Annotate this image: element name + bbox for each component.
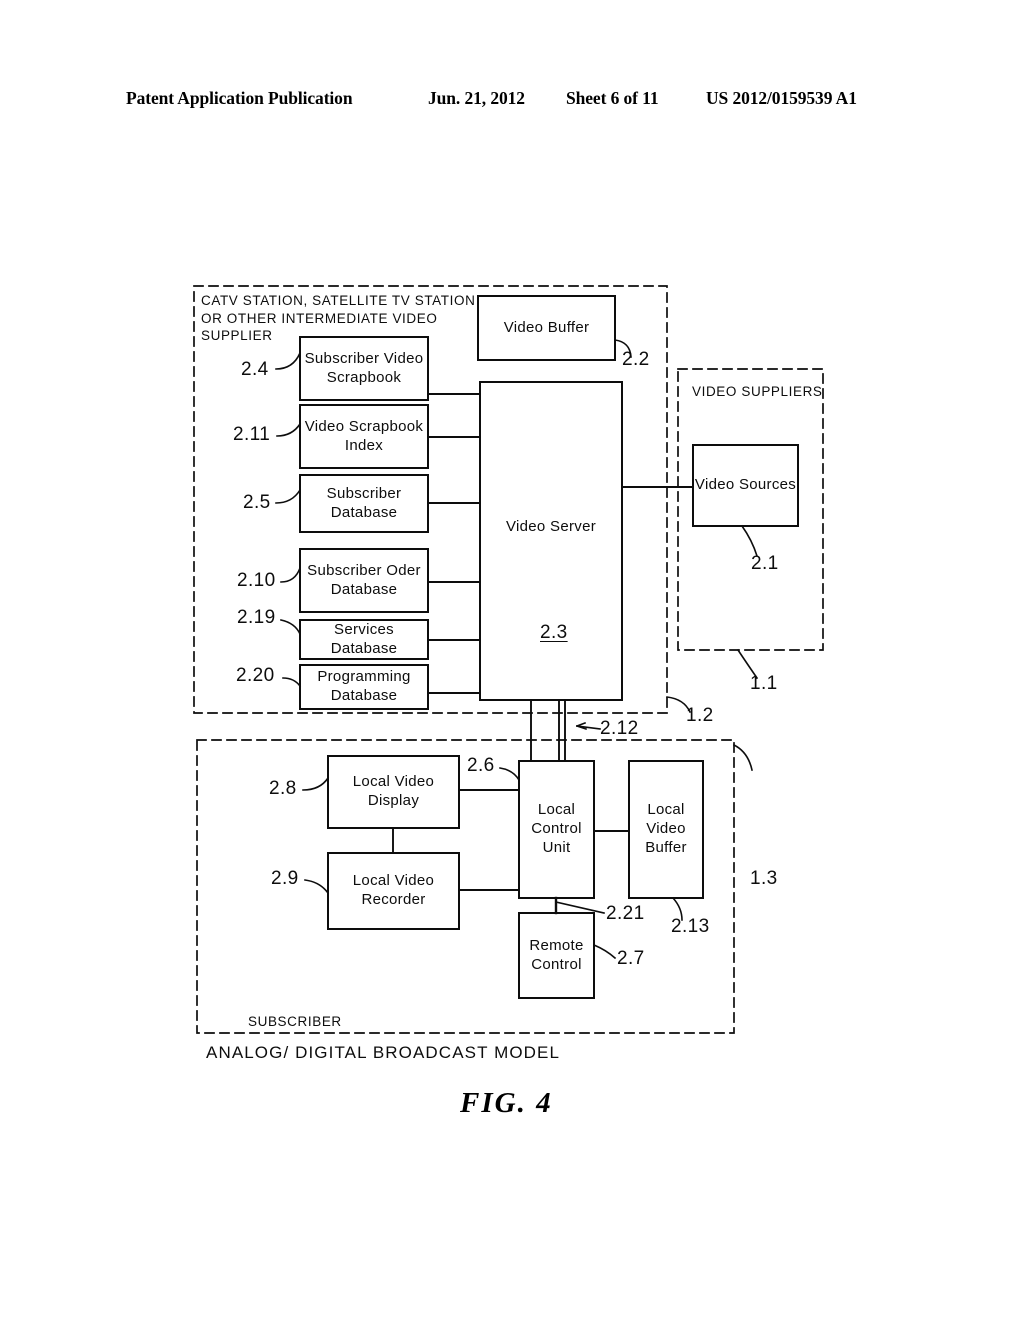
leader-2-19 [280, 619, 302, 636]
ref-2-20: 2.20 [236, 665, 275, 686]
ref-1-1: 1.1 [750, 673, 778, 694]
leader-2-5 [275, 488, 302, 504]
block-local-control-unit[interactable] [518, 760, 595, 899]
block-local-video-buffer[interactable] [628, 760, 704, 899]
ref-2-5: 2.5 [243, 492, 271, 513]
leader-2-4 [275, 351, 302, 370]
figure-label: FIG. 4 [460, 1087, 553, 1119]
ref-2-7: 2.7 [617, 948, 645, 969]
leader-2-11 [276, 422, 302, 437]
ref-2-3: 2.3 [540, 622, 568, 643]
block-local-video-display[interactable] [327, 755, 460, 829]
zone-suppliers-boundary [677, 368, 824, 651]
leader-2-8 [302, 776, 330, 791]
figure-caption: ANALOG/ DIGITAL BROADCAST MODEL [206, 1043, 561, 1062]
block-video-server[interactable] [479, 381, 623, 701]
ref-2-11: 2.11 [233, 424, 271, 445]
block-subscriber-video-scrapbook[interactable] [299, 336, 429, 401]
ref-2-12: 2.12 [600, 718, 639, 739]
ref-2-10: 2.10 [237, 570, 276, 591]
leader-2-10 [280, 566, 302, 583]
block-programming-database[interactable] [299, 664, 429, 710]
ref-1-3: 1.3 [750, 868, 778, 889]
block-local-video-recorder[interactable] [327, 852, 460, 930]
block-remote-control[interactable] [518, 912, 595, 999]
ref-2-8: 2.8 [269, 778, 297, 799]
leader-2-1 [740, 524, 759, 558]
ref-2-9: 2.9 [271, 868, 299, 889]
leader-2-20 [282, 677, 302, 688]
block-video-sources[interactable] [692, 444, 799, 527]
block-subscriber-database[interactable] [299, 474, 429, 533]
zone-suppliers-title: VIDEO SUPPLIERS [692, 384, 823, 399]
diagram-canvas [193, 285, 824, 1034]
zone-station-title: CATV STATION, SATELLITE TV STATION OR OT… [201, 293, 476, 344]
block-subscriber-oder-database[interactable] [299, 548, 429, 613]
ref-2-13: 2.13 [671, 916, 710, 937]
ref-2-4: 2.4 [241, 359, 269, 380]
block-video-scrapbook-index[interactable] [299, 404, 429, 469]
ref-2-1: 2.1 [751, 553, 779, 574]
figure-4-diagram: CATV STATION, SATELLITE TV STATION OR OT… [0, 0, 1024, 1320]
leader-2-6 [499, 767, 521, 782]
ref-2-6: 2.6 [467, 755, 495, 776]
ref-1-2: 1.2 [686, 705, 714, 726]
ref-2-21: 2.21 [606, 903, 645, 924]
leader-2-7 [592, 943, 617, 960]
zone-subscriber-title: SUBSCRIBER [248, 1014, 342, 1029]
leader-2-9 [304, 879, 330, 895]
ref-2-19: 2.19 [237, 607, 276, 628]
leader-2-21 [555, 901, 605, 914]
leader-1-3 [732, 743, 753, 771]
ref-2-2: 2.2 [622, 349, 650, 370]
block-services-database[interactable] [299, 619, 429, 660]
